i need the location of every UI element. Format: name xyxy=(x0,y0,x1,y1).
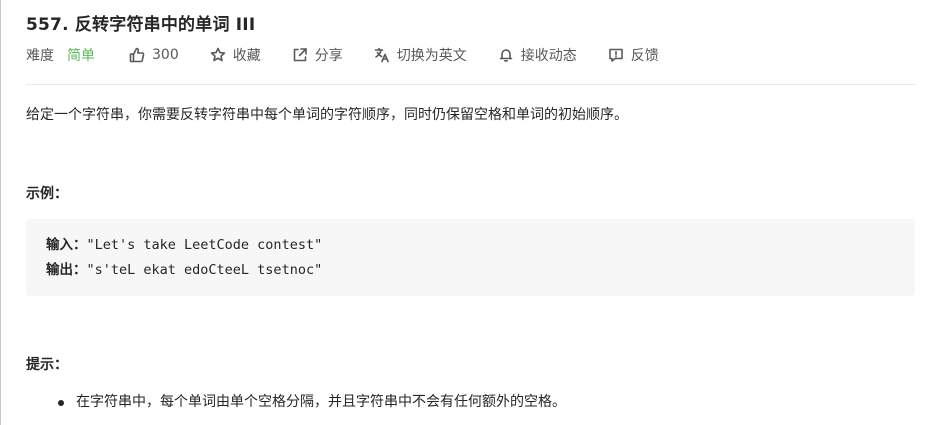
feedback-label: 反馈 xyxy=(630,48,659,64)
problem-description: 给定一个字符串，你需要反转字符串中每个单词的字符顺序，同时仍保留空格和单词的初始… xyxy=(26,107,628,123)
difficulty-label: 难度 xyxy=(26,48,54,64)
hints-section-title: 提示： xyxy=(26,357,68,373)
difficulty-value: 简单 xyxy=(67,48,95,64)
problem-page: 557. 反转字符串中的单词 III 难度 简单 300 收藏 分享 切换为英文… xyxy=(0,0,929,425)
translate-icon xyxy=(374,47,389,63)
example-section-title: 示例： xyxy=(26,186,68,202)
example-input-value: "Let's take LeetCode contest" xyxy=(86,237,323,253)
example-output-line: 输出："s'teL ekat edoCteeL tsetnoc" xyxy=(46,258,895,283)
switch-language-button[interactable]: 切换为英文 xyxy=(374,45,467,65)
example-output-value: "s'teL ekat edoCteeL tsetnoc" xyxy=(86,262,323,278)
feedback-icon xyxy=(608,48,623,62)
problem-title: 557. 反转字符串中的单词 III xyxy=(26,15,256,35)
hint-item: 在字符串中，每个单词由单个空格分隔，并且字符串中不会有任何额外的空格。 xyxy=(26,390,566,414)
collect-label: 收藏 xyxy=(232,48,261,64)
share-label: 分享 xyxy=(314,48,343,64)
subscribe-button[interactable]: 接收动态 xyxy=(498,45,577,65)
collect-button[interactable]: 收藏 xyxy=(210,45,261,65)
like-button[interactable]: 300 xyxy=(129,47,179,63)
hints-list: 在字符串中，每个单词由单个空格分隔，并且字符串中不会有任何额外的空格。 xyxy=(26,390,566,414)
example-input-line: 输入："Let's take LeetCode contest" xyxy=(46,233,895,258)
bullet-dot xyxy=(58,400,64,406)
feedback-button[interactable]: 反馈 xyxy=(608,45,659,65)
header-divider xyxy=(26,84,915,85)
hint-text: 在字符串中，每个单词由单个空格分隔，并且字符串中不会有任何额外的空格。 xyxy=(76,394,566,410)
bell-icon xyxy=(499,49,513,62)
thumbs-up-icon xyxy=(129,47,145,63)
problem-meta-bar: 难度 简单 300 收藏 分享 切换为英文 接收动态 反馈 xyxy=(26,44,690,66)
share-button[interactable]: 分享 xyxy=(292,45,343,65)
like-count: 300 xyxy=(152,47,179,63)
example-input-label: 输入： xyxy=(46,237,87,253)
example-output-label: 输出： xyxy=(46,262,87,278)
subscribe-label: 接收动态 xyxy=(520,48,577,64)
example-code-block: 输入："Let's take LeetCode contest" 输出："s't… xyxy=(26,219,915,296)
share-icon xyxy=(293,48,307,62)
switch-language-label: 切换为英文 xyxy=(396,48,467,64)
star-icon xyxy=(210,47,225,62)
